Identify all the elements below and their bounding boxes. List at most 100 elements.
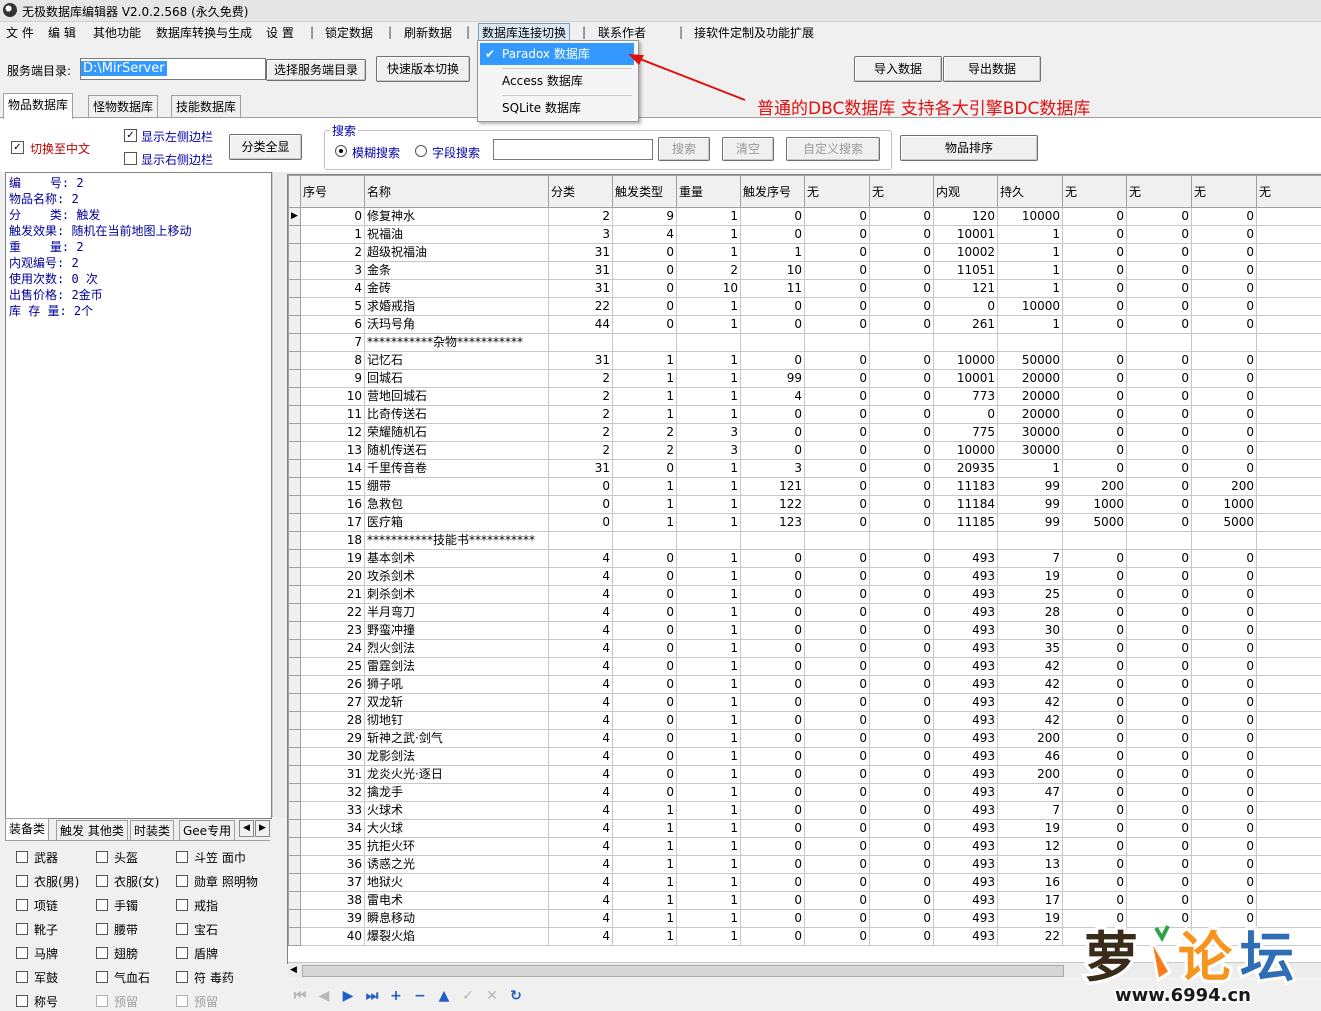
table-cell[interactable]: 26: [301, 676, 365, 694]
table-cell[interactable]: 0: [1192, 784, 1257, 802]
table-cell[interactable]: 0: [1192, 208, 1257, 226]
table-cell[interactable]: 0: [613, 712, 677, 730]
table-cell[interactable]: [805, 532, 870, 550]
table-cell[interactable]: [613, 532, 677, 550]
table-cell[interactable]: 35: [301, 838, 365, 856]
table-cell[interactable]: [677, 334, 741, 352]
table-cell[interactable]: [1257, 784, 1321, 802]
menu-custom-development[interactable]: 接软件定制及功能扩展: [694, 24, 814, 41]
table-cell[interactable]: 0: [1063, 406, 1127, 424]
table-cell[interactable]: [741, 532, 805, 550]
table-cell[interactable]: 0: [805, 370, 870, 388]
table-cell[interactable]: 4: [549, 604, 613, 622]
row-indicator[interactable]: [289, 928, 301, 946]
table-cell[interactable]: 19: [301, 550, 365, 568]
table-cell[interactable]: 0: [805, 604, 870, 622]
table-cell[interactable]: 0: [870, 928, 934, 946]
table-cell[interactable]: 120: [934, 208, 998, 226]
table-cell[interactable]: 2: [301, 244, 365, 262]
table-cell[interactable]: 1: [613, 928, 677, 946]
table-cell[interactable]: 半月弯刀: [365, 604, 549, 622]
table-row[interactable]: 16急救包011122001118499100001000: [289, 496, 1321, 514]
table-cell[interactable]: 0: [805, 712, 870, 730]
table-cell[interactable]: 4: [549, 802, 613, 820]
table-cell[interactable]: 0: [805, 298, 870, 316]
table-cell[interactable]: 29: [301, 730, 365, 748]
table-cell[interactable]: 狮子吼: [365, 676, 549, 694]
table-cell[interactable]: [1257, 370, 1321, 388]
table-cell[interactable]: 10002: [934, 244, 998, 262]
table-cell[interactable]: [1257, 244, 1321, 262]
table-cell[interactable]: 1: [677, 316, 741, 334]
table-cell[interactable]: 野蛮冲撞: [365, 622, 549, 640]
table-cell[interactable]: 0: [1063, 802, 1127, 820]
table-cell[interactable]: 493: [934, 550, 998, 568]
table-cell[interactable]: 1000: [1192, 496, 1257, 514]
table-cell[interactable]: 0: [805, 406, 870, 424]
table-cell[interactable]: 擒龙手: [365, 784, 549, 802]
table-cell[interactable]: 0: [1127, 550, 1192, 568]
menu-db-convert[interactable]: 数据库转换与生成: [156, 24, 252, 41]
table-cell[interactable]: 1: [677, 244, 741, 262]
table-cell[interactable]: 4: [549, 928, 613, 946]
table-row[interactable]: 7***********杂物***********: [289, 334, 1321, 352]
checkbox-box[interactable]: [16, 923, 28, 935]
table-cell[interactable]: 千里传音卷: [365, 460, 549, 478]
checkbox-box[interactable]: [96, 875, 108, 887]
table-cell[interactable]: 36: [301, 856, 365, 874]
table-row[interactable]: 11比奇传送石211000020000000: [289, 406, 1321, 424]
table-cell[interactable]: [1257, 388, 1321, 406]
checkbox-box[interactable]: [96, 851, 108, 863]
table-cell[interactable]: [1257, 298, 1321, 316]
table-row[interactable]: 8记忆石31110001000050000000: [289, 352, 1321, 370]
table-cell[interactable]: [613, 334, 677, 352]
table-cell[interactable]: 0: [741, 766, 805, 784]
table-cell[interactable]: 1: [613, 514, 677, 532]
table-cell[interactable]: 0: [1127, 442, 1192, 460]
table-cell[interactable]: 彻地钉: [365, 712, 549, 730]
table-cell[interactable]: 0: [805, 550, 870, 568]
table-cell[interactable]: 0: [1063, 730, 1127, 748]
grid-column-header[interactable]: 无: [1063, 176, 1127, 208]
table-cell[interactable]: 0: [805, 244, 870, 262]
category-checkbox[interactable]: 靴子: [16, 921, 58, 938]
left-panel-scrollbar[interactable]: [272, 172, 287, 817]
table-cell[interactable]: 23: [301, 622, 365, 640]
table-cell[interactable]: 1: [677, 568, 741, 586]
table-cell[interactable]: 0: [1127, 802, 1192, 820]
table-cell[interactable]: 0: [1063, 352, 1127, 370]
menu-file[interactable]: 文 件: [6, 24, 34, 41]
table-cell[interactable]: 金条: [365, 262, 549, 280]
table-cell[interactable]: 121: [934, 280, 998, 298]
table-cell[interactable]: 0: [870, 388, 934, 406]
table-cell[interactable]: 0: [1063, 820, 1127, 838]
table-cell[interactable]: 雷电术: [365, 892, 549, 910]
table-cell[interactable]: 7: [998, 550, 1063, 568]
row-indicator[interactable]: [289, 802, 301, 820]
category-checkbox[interactable]: 军鼓: [16, 969, 58, 986]
table-cell[interactable]: 龙影剑法: [365, 748, 549, 766]
table-cell[interactable]: [1257, 334, 1321, 352]
table-cell[interactable]: 1: [677, 496, 741, 514]
table-cell[interactable]: 0: [1127, 514, 1192, 532]
category-checkbox[interactable]: 符 毒药: [176, 969, 234, 986]
table-row[interactable]: 10营地回城石21140077320000000: [289, 388, 1321, 406]
table-cell[interactable]: 0: [1127, 892, 1192, 910]
table-row[interactable]: 38雷电术41100049317000: [289, 892, 1321, 910]
table-cell[interactable]: 1: [677, 910, 741, 928]
table-cell[interactable]: 493: [934, 802, 998, 820]
row-indicator[interactable]: [289, 838, 301, 856]
table-cell[interactable]: 0: [613, 730, 677, 748]
table-row[interactable]: 4金砖3101011001211000: [289, 280, 1321, 298]
checkbox-box[interactable]: [176, 923, 188, 935]
table-cell[interactable]: 0: [1192, 262, 1257, 280]
table-cell[interactable]: 4: [549, 586, 613, 604]
table-cell[interactable]: 4: [549, 730, 613, 748]
table-row[interactable]: 32擒龙手40100049347000: [289, 784, 1321, 802]
checkbox-box[interactable]: [16, 947, 28, 959]
table-cell[interactable]: 8: [301, 352, 365, 370]
table-cell[interactable]: 1: [998, 262, 1063, 280]
table-cell[interactable]: 1: [677, 640, 741, 658]
table-cell[interactable]: 大火球: [365, 820, 549, 838]
table-cell[interactable]: 4: [549, 856, 613, 874]
